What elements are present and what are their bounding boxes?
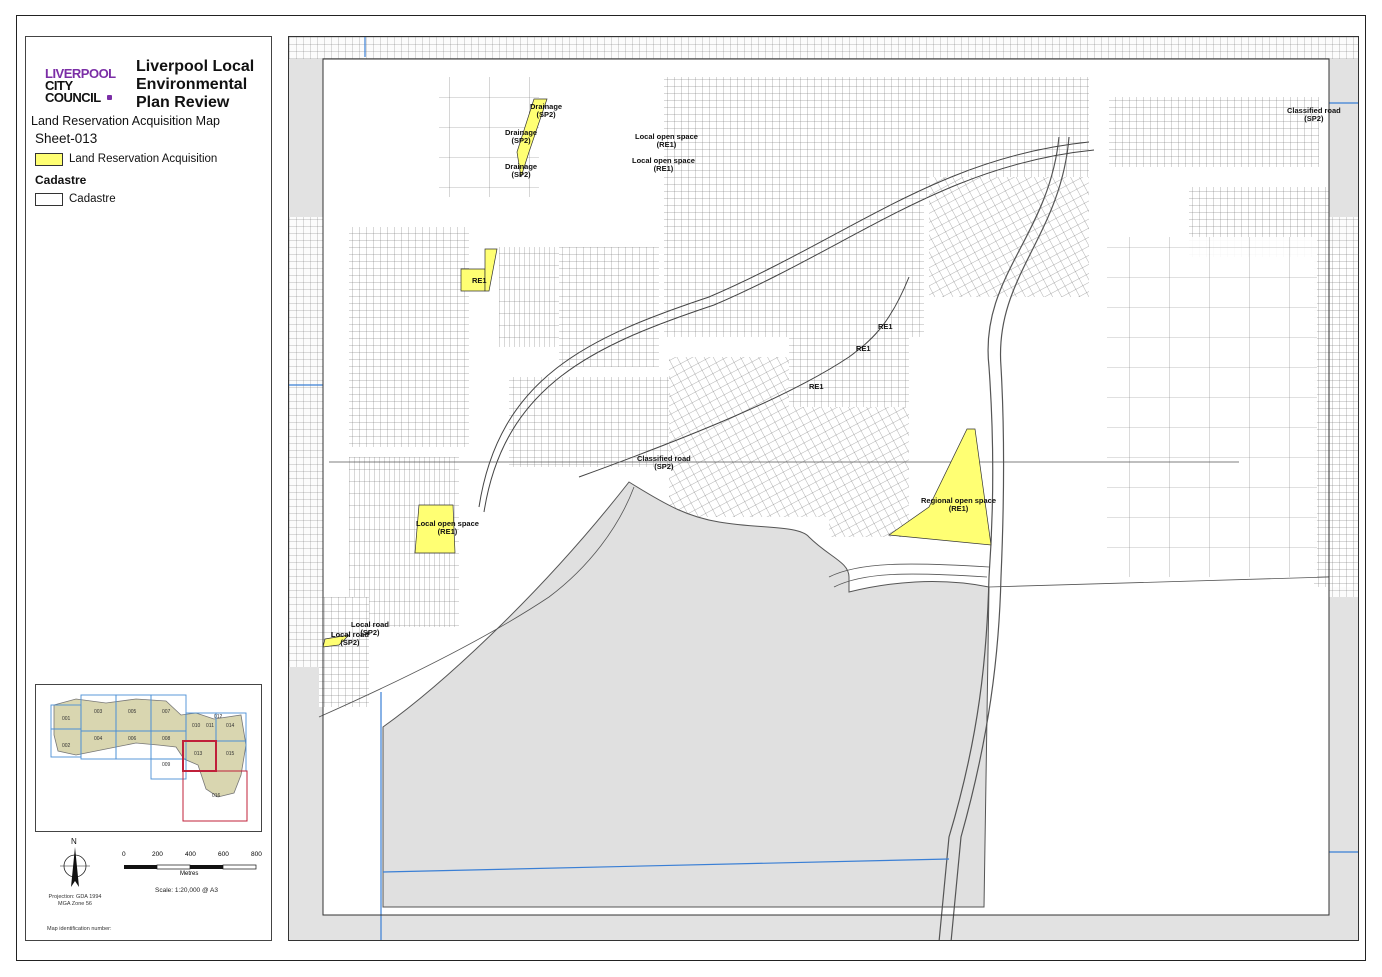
index-sheet-001: 001 [62,716,71,722]
index-sheet-015: 015 [226,751,235,757]
plan-title: Liverpool Local Environmental Plan Revie… [136,58,255,111]
scale-tick-600: 600 [218,851,229,858]
cadastre-swatch [35,193,63,206]
scale-tick-800: 800 [251,851,262,858]
index-sheet-011: 011 [206,723,214,729]
projection-line1: Projection: GDA 1994 [48,894,102,900]
index-sheet-003: 003 [94,709,103,715]
map-label-classified-road-ne: Classified road (SP2) [1287,106,1341,123]
index-map: 001 002 003 004 005 006 007 008 009 010 … [35,684,262,832]
map-label-drainage-2: Drainage (SP2) [505,128,538,145]
map-label-drainage-1: Drainage (SP2) [530,102,563,119]
map-label-drainage-3: Drainage (SP2) [505,162,538,179]
map-title: Land Reservation Acquisition Map [31,114,221,128]
index-sheet-013: 013 [194,751,203,757]
index-sheet-014: 014 [226,723,235,729]
index-sheet-006: 006 [128,736,137,742]
sheet-number: Sheet-013 [35,131,98,146]
scale-unit: Metres [180,871,199,877]
index-sheet-008: 008 [162,736,171,742]
projection-note: Projection: GDA 1994 MGA Zone 56 [40,894,110,908]
scale-tick-400: 400 [185,851,196,858]
scale-text: Scale: 1:20,000 @ A3 [155,887,218,894]
index-map-graphic [50,694,248,822]
map-label-regional-open-space: Regional open space (RE1) [921,496,997,513]
north-arrow-icon: N [58,837,92,893]
cadastre-heading: Cadastre [35,173,87,187]
map-label-re1-west: RE1 [472,276,487,285]
map-identification: Map identification number: [47,926,112,932]
map-label-classified-road-mid: Classified road (SP2) [637,454,691,471]
map-label-local-open-space-1: Local open space (RE1) [635,132,698,149]
scale-tick-0: 0 [122,851,126,858]
cadastre-legend-label: Cadastre [69,193,116,205]
index-sheet-012: 012 [214,714,223,720]
map-label-re1-a: RE1 [878,322,893,331]
index-sheet-010: 010 [192,723,201,729]
projection-line2: MGA Zone 56 [58,901,92,907]
scale-tick-200: 200 [152,851,163,858]
index-sheet-005: 005 [128,709,137,715]
acquisition-legend-label: Land Reservation Acquisition [69,153,218,165]
map-label-local-open-space-2: Local open space (RE1) [632,156,695,173]
map-label-re1-b: RE1 [856,344,871,353]
map-label-local-open-space-3: Local open space (RE1) [416,519,479,536]
map-frame[interactable]: Drainage (SP2) Drainage (SP2) Drainage (SP2… [288,36,1359,941]
index-sheet-007: 007 [162,709,171,715]
map-label-re1-c: RE1 [809,382,824,391]
index-sheet-002: 002 [62,743,71,749]
council-logo-line3: COUNCIL [45,90,101,105]
acquisition-swatch [35,153,63,166]
index-sheet-004: 004 [94,736,103,742]
map-label-local-road-2: Local road (SP2) [331,630,369,647]
index-sheet-009: 009 [162,762,171,768]
map-canvas[interactable] [289,37,1359,941]
index-sheet-016: 016 [212,793,221,799]
council-logo-mark [107,95,112,100]
scale-bar: 0 200 400 600 800 Metres [118,851,268,903]
